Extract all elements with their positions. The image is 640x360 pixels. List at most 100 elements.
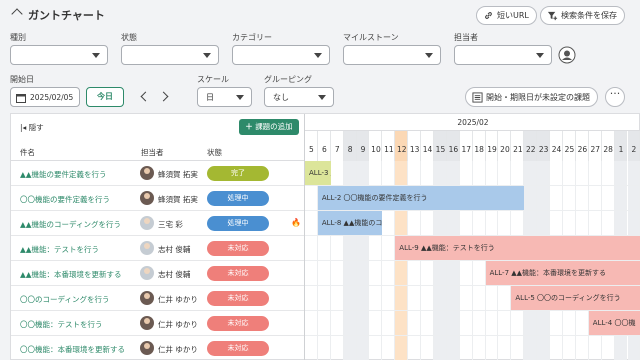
day-header: 27 [589, 131, 602, 161]
timeline-month-header: 2025/02 [305, 114, 640, 131]
add-issue-button[interactable]: ＋ 課題の追加 [239, 119, 299, 135]
task-link[interactable]: ▲▲機能：本番環境を更新する [20, 269, 122, 280]
gantt-bar[interactable]: ALL-5 〇〇のコーディングを行う [511, 286, 640, 310]
table-row[interactable]: 〇〇のコーディングを行う 仁井 ゆかり 未対応 [11, 286, 304, 311]
task-link[interactable]: 〇〇機能：本番環境を更新する [20, 344, 125, 355]
milestone-label: マイルストーン [343, 33, 399, 42]
gantt-bar[interactable]: ALL-7 ▲▲機能：本番環境を更新する [485, 261, 640, 285]
collapse-button[interactable]: |◂ 隠す [20, 122, 44, 133]
day-header: 28 [602, 131, 615, 161]
filter-plus-icon [547, 11, 558, 21]
day-label: 26 [577, 145, 588, 154]
day-header: 22 [524, 131, 538, 161]
day-label: 25 [564, 145, 575, 154]
gantt-bar[interactable]: ALL-2 〇〇機能の要件定義を行う [317, 186, 525, 210]
gantt-panel: |◂ 隠す ＋ 課題の追加 件名 担当者 状態 2025/02 5 6 7 8 9 10 1… [10, 113, 640, 360]
grouping-value: なし [273, 93, 289, 102]
type-select[interactable] [10, 45, 108, 65]
day-header: 25 [563, 131, 576, 161]
status-filter-label: 状態 [121, 33, 137, 42]
task-link[interactable]: ▲▲機能のコーディングを行う [20, 219, 121, 230]
table-row[interactable]: ▲▲機能：本番環境を更新する 志村 俊輔 未対応 [11, 261, 304, 286]
day-header: 7 [331, 131, 344, 161]
assignee-name: 蜂須賀 拓実 [158, 195, 198, 204]
status-badge[interactable]: 処理中 [207, 191, 269, 206]
task-link[interactable]: 〇〇機能の要件定義を行う [20, 194, 110, 205]
col-header-task[interactable]: 件名 [20, 147, 35, 158]
task-link[interactable]: 〇〇機能：テストを行う [20, 319, 103, 330]
task-link[interactable]: 〇〇のコーディングを行う [20, 294, 109, 305]
more-menu-button[interactable]: ··· [605, 87, 625, 107]
day-header: 12 [395, 131, 409, 161]
status-badge[interactable]: 未対応 [207, 341, 269, 356]
status-select[interactable] [121, 45, 219, 65]
day-header: 9 [356, 131, 370, 161]
scale-select[interactable]: 日 [197, 87, 252, 107]
day-header: 20 [499, 131, 512, 161]
grid-header: |◂ 隠す ＋ 課題の追加 件名 担当者 状態 [11, 114, 304, 161]
avatar [140, 241, 154, 255]
day-header: 23 [537, 131, 551, 161]
gantt-bar[interactable]: ALL-3 ▲▲機能の要件定義を行う [305, 161, 331, 185]
status-badge[interactable]: 未対応 [207, 266, 269, 281]
avatar [140, 166, 154, 180]
panel-divider[interactable] [304, 114, 305, 360]
day-label: 1 [618, 145, 624, 154]
gantt-bar[interactable]: ALL-9 ▲▲機能：テストを行う [395, 236, 640, 260]
assignee-name: 仁井 ゆかり [158, 295, 198, 304]
grouping-select[interactable]: なし [264, 87, 334, 107]
assignee-select[interactable] [454, 45, 552, 65]
chevron-up-icon[interactable] [11, 8, 23, 20]
task-link[interactable]: ▲▲機能：テストを行う [20, 244, 99, 255]
table-row[interactable]: ▲▲機能のコーディングを行う 三宅 彩 処理中 🔥 [11, 211, 304, 236]
next-arrow-icon[interactable] [158, 91, 169, 102]
link-icon [485, 12, 492, 19]
unset-issues-button[interactable]: 開始・期限日が未設定の課題 [465, 87, 598, 107]
day-label: 15 [435, 145, 446, 154]
today-button[interactable]: 今日 [86, 87, 124, 107]
calendar-icon [16, 94, 26, 103]
day-header: 17 [460, 131, 473, 161]
save-filter-button[interactable]: 検索条件を保存 [540, 6, 625, 25]
start-date-label: 開始日 [10, 75, 34, 84]
status-badge[interactable]: 未対応 [207, 316, 269, 331]
assign-me-icon[interactable] [558, 46, 576, 64]
col-header-assignee[interactable]: 担当者 [141, 147, 164, 158]
day-label: 24 [551, 145, 562, 154]
status-badge[interactable]: 処理中 [207, 216, 269, 231]
status-badge[interactable]: 未対応 [207, 241, 269, 256]
day-label: 7 [334, 145, 340, 154]
day-label: 10 [371, 145, 381, 154]
gantt-bar[interactable]: ALL-4 〇〇機 [588, 311, 640, 335]
day-label: 19 [487, 145, 497, 154]
day-label: 21 [513, 145, 523, 154]
col-header-status[interactable]: 状態 [207, 147, 222, 158]
status-badge[interactable]: 完了 [207, 166, 269, 181]
table-row[interactable]: 〇〇機能：テストを行う 仁井 ゆかり 未対応 [11, 311, 304, 336]
status-badge[interactable]: 未対応 [207, 291, 269, 306]
task-link[interactable]: ▲▲機能の要件定義を行う [20, 169, 107, 180]
start-date-input[interactable]: 2025/02/05 [10, 87, 80, 107]
table-row[interactable]: ▲▲機能：テストを行う 志村 俊輔 未対応 [11, 236, 304, 261]
caret-down-icon [536, 53, 544, 58]
day-label: 16 [448, 145, 459, 154]
day-header: 15 [434, 131, 447, 161]
caret-down-icon [203, 53, 211, 58]
table-row[interactable]: 〇〇機能の要件定義を行う 蜂須賀 拓実 処理中 [11, 186, 304, 211]
day-header: 11 [382, 131, 396, 161]
day-label: 8 [347, 145, 353, 154]
day-header: 21 [511, 131, 525, 161]
category-label: カテゴリー [232, 33, 272, 42]
table-row[interactable]: ▲▲機能の要件定義を行う 蜂須賀 拓実 完了 [11, 161, 304, 186]
scale-label: スケール [197, 75, 229, 84]
caret-down-icon [314, 53, 322, 58]
milestone-select[interactable] [343, 45, 441, 65]
prev-arrow-icon[interactable] [140, 91, 151, 102]
avatar [140, 216, 154, 230]
short-url-button[interactable]: 短いURL [476, 6, 537, 25]
day-header: 19 [486, 131, 499, 161]
category-select[interactable] [232, 45, 330, 65]
table-row[interactable]: 〇〇機能：本番環境を更新する 仁井 ゆかり 未対応 [11, 336, 304, 360]
day-header: 10 [370, 131, 383, 161]
gantt-bar[interactable]: ALL-8 ▲▲機能のコーディングを行う [317, 211, 383, 235]
